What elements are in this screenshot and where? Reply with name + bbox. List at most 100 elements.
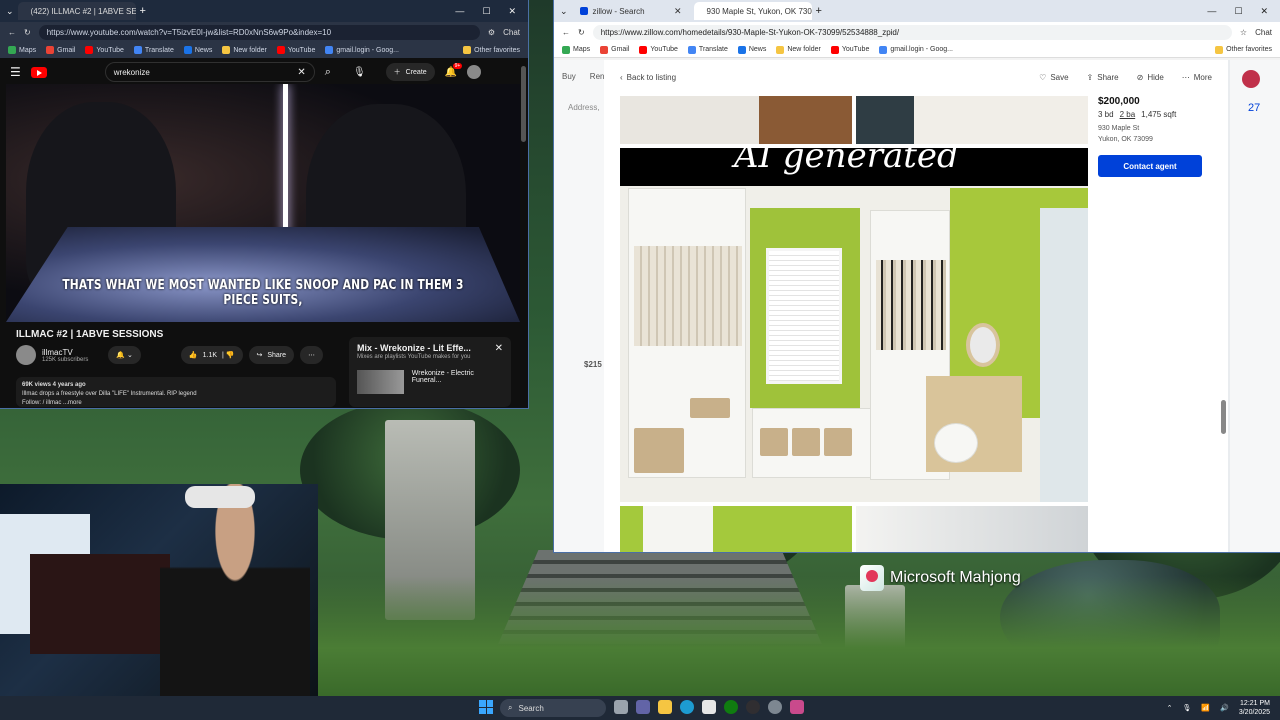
youtube-logo-icon[interactable] [30, 66, 47, 78]
address-bar[interactable]: https://www.zillow.com/homedetails/930-M… [592, 24, 1232, 40]
new-tab-icon[interactable]: + [140, 5, 146, 17]
xbox-icon[interactable] [724, 700, 738, 714]
description-more[interactable]: Follow: / illmac ...more [22, 399, 330, 408]
tray-chevron-icon[interactable]: ⌃ [1167, 704, 1173, 712]
chat-button[interactable]: Chat [503, 28, 520, 37]
mix-title[interactable]: Mix - Wrekonize - Lit Effe... [357, 343, 471, 354]
back-icon[interactable]: ← [8, 28, 16, 37]
contact-agent-button[interactable]: Contact agent [1098, 155, 1202, 177]
back-to-listing-link[interactable]: Back to listing [627, 73, 676, 82]
tab-actions-icon[interactable]: ⌄ [560, 6, 568, 17]
like-button[interactable]: 👍 1.1K | 👎 [180, 346, 243, 364]
hide-button[interactable]: ⊘ Hide [1137, 73, 1164, 82]
fav-youtube[interactable]: YouTube [639, 45, 678, 54]
fav-translate[interactable]: Translate [133, 46, 174, 54]
tab-title: 930 Maple St, Yukon, OK 73099 | [706, 6, 812, 16]
fav-youtube-2[interactable]: YouTube [830, 45, 869, 54]
fav-gmail[interactable]: Gmail [600, 45, 629, 54]
mix-item[interactable]: Wrekonize - Electric Funeral... [357, 370, 503, 394]
clear-search-icon[interactable]: ✕ [297, 67, 305, 78]
teams-icon[interactable] [636, 700, 650, 714]
task-view-icon[interactable] [614, 700, 628, 714]
fav-new-folder[interactable]: New folder [222, 46, 267, 54]
maximize-icon[interactable]: ☐ [1234, 6, 1242, 17]
tab-zillow-search[interactable]: zillow - Search ✕ [572, 2, 690, 20]
notifications-icon[interactable]: 🔔 9+ [445, 62, 463, 78]
clock[interactable]: 12:21 PM 3/20/2025 [1239, 699, 1270, 717]
extensions-icon[interactable]: ⚙ [488, 28, 495, 37]
search-input[interactable]: wrekonize ✕ [104, 62, 315, 82]
mic-icon[interactable]: 🎙 [353, 67, 366, 78]
listing-photo-1[interactable] [620, 96, 852, 144]
description-box[interactable]: 69K views 4 years ago Illmac drops a fre… [16, 377, 336, 407]
new-tab-icon[interactable]: + [816, 5, 822, 17]
save-button[interactable]: ♡ Save [1039, 73, 1068, 82]
yt-scrollbar[interactable] [521, 66, 526, 142]
obs-icon[interactable] [746, 700, 760, 714]
reload-icon[interactable]: ↻ [24, 28, 31, 37]
more-button[interactable]: ⋯ More [1182, 73, 1212, 82]
other-favorites[interactable]: Other favorites [463, 46, 520, 54]
start-windows-icon[interactable] [479, 700, 493, 714]
create-button[interactable]: ＋ Create [385, 63, 435, 81]
url-text: https://www.youtube.com/watch?v=T5izvE0I… [46, 27, 332, 37]
view-count: 69K views 4 years ago [22, 382, 86, 388]
other-favorites[interactable]: Other favorites [1215, 45, 1272, 54]
share-button[interactable]: ⇪ Share [1087, 73, 1119, 82]
fav-news[interactable]: News [183, 46, 212, 54]
back-icon[interactable]: ← [562, 28, 570, 37]
modal-scrollbar[interactable] [1221, 400, 1226, 434]
fav-gmail-login[interactable]: gmail.login - Goog... [879, 45, 953, 54]
tab-zillow-listing[interactable]: 930 Maple St, Yukon, OK 73099 | ✕ [693, 2, 812, 20]
back-chevron-icon[interactable]: ‹ [620, 73, 623, 82]
account-avatar[interactable] [467, 65, 482, 79]
tab-actions-icon[interactable]: ⌄ [6, 6, 14, 17]
minimize-icon[interactable]: — [455, 6, 464, 17]
minimize-icon[interactable]: — [1207, 6, 1216, 17]
fav-maps[interactable]: Maps [8, 46, 36, 54]
close-window-icon[interactable]: ✕ [1260, 6, 1268, 17]
video-player[interactable]: THATS WHAT WE MOST WANTED LIKE SNOOP AND… [6, 84, 520, 322]
fav-news[interactable]: News [737, 45, 766, 54]
search-icon[interactable]: ⌕ [325, 66, 331, 79]
edge-icon[interactable] [680, 700, 694, 714]
fav-translate[interactable]: Translate [687, 45, 728, 54]
settings-gear-icon[interactable] [768, 700, 782, 714]
fav-gmail[interactable]: Gmail [46, 46, 75, 54]
close-window-icon[interactable]: ✕ [508, 6, 516, 17]
address-bar[interactable]: https://www.youtube.com/watch?v=T5izvE0I… [38, 24, 480, 40]
volume-icon[interactable]: 🔊 [1220, 704, 1229, 712]
menu-icon[interactable]: ☰ [10, 65, 21, 79]
reload-icon[interactable]: ↻ [578, 28, 585, 37]
fav-maps[interactable]: Maps [562, 45, 590, 54]
maximize-icon[interactable]: ☐ [482, 6, 490, 17]
store-icon[interactable] [702, 700, 716, 714]
tab-youtube[interactable]: (422) ILLMAC #2 | 1ABVE SESSI ✕ [17, 2, 136, 20]
fav-youtube-2[interactable]: YouTube [276, 46, 315, 54]
more-actions-icon[interactable]: ⋯ [300, 346, 324, 364]
close-mix-icon[interactable]: ✕ [495, 343, 503, 354]
channel-name[interactable]: illmacTV [42, 348, 88, 357]
fav-new-folder[interactable]: New folder [776, 45, 821, 54]
close-tab-icon[interactable]: ✕ [674, 6, 682, 17]
channel-avatar[interactable] [16, 345, 36, 365]
mic-tray-icon[interactable]: 🎙 [1183, 704, 1192, 712]
fav-youtube[interactable]: YouTube [85, 46, 124, 54]
file-explorer-icon[interactable] [658, 700, 672, 714]
mahjong-banner[interactable]: Microsoft Mahjong [860, 565, 1021, 591]
nav-buy[interactable]: Buy [562, 72, 576, 81]
favorite-star-icon[interactable]: ☆ [1240, 28, 1247, 37]
mahjong-taskbar-icon[interactable] [790, 700, 804, 714]
background-address-input[interactable]: Address, [554, 93, 604, 122]
baths[interactable]: 2 ba [1120, 110, 1136, 119]
fav-gmail-login[interactable]: gmail.login - Goog... [325, 46, 399, 54]
subscribe-bell-button[interactable]: 🔔 ⌄ [108, 346, 141, 364]
listing-photo-4[interactable] [856, 506, 1088, 552]
listing-photo-2[interactable] [856, 96, 1088, 144]
share-button[interactable]: ↪ Share [248, 346, 295, 364]
listing-photo-3[interactable] [620, 506, 852, 552]
chat-button[interactable]: Chat [1255, 28, 1272, 37]
taskbar-search[interactable]: ⌕ Search [500, 699, 606, 717]
wifi-icon[interactable]: 📶 [1201, 704, 1210, 712]
listing-photo-closet[interactable] [620, 148, 1088, 502]
